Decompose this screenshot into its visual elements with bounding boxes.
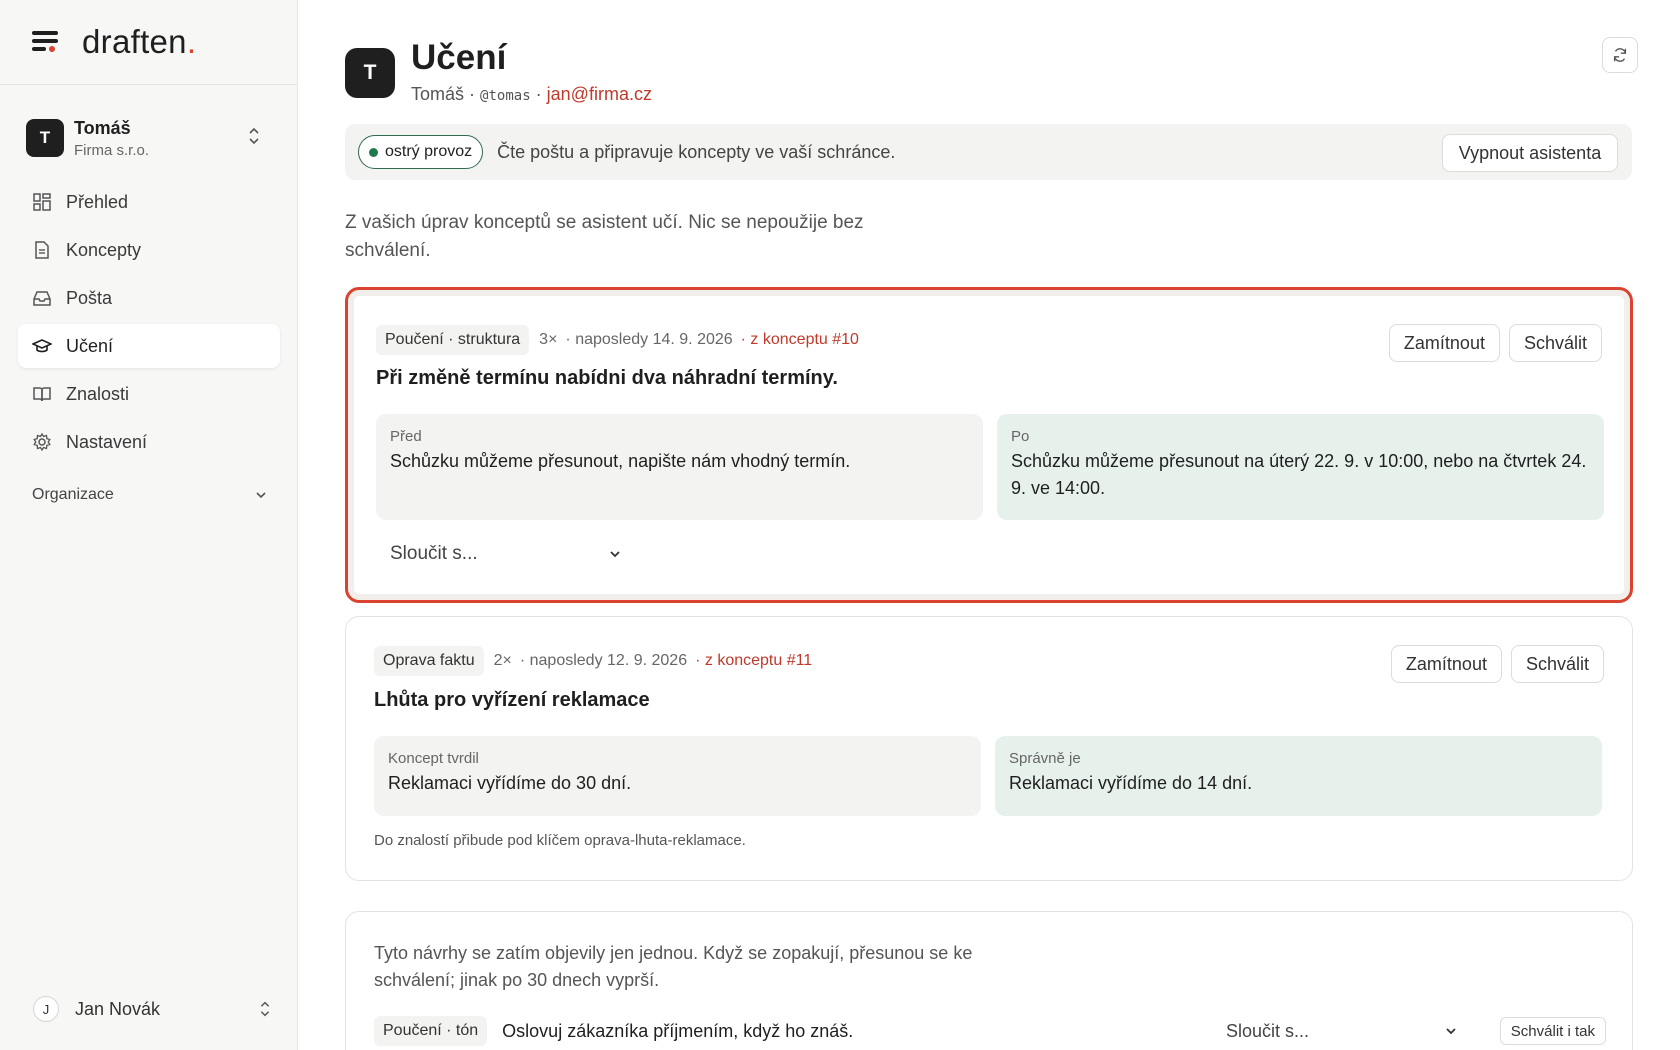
brand-logo: draften. xyxy=(82,23,197,60)
sidebar-nav: Přehled Koncepty Pošta Učení Znalosti Na… xyxy=(18,180,280,468)
knowledge-note: Do znalostí přibude pod klíčem oprava-lh… xyxy=(374,832,746,849)
chevron-down-icon xyxy=(610,551,620,558)
refresh-button[interactable] xyxy=(1602,37,1638,73)
lesson-card: Poučení · struktura 3× · naposledy 14. 9… xyxy=(345,287,1633,603)
before-label: Před xyxy=(390,428,422,445)
pending-merge-select[interactable]: Sloučit s... xyxy=(1226,1021,1458,1042)
account-avatar: T xyxy=(26,119,64,157)
account-org: Firma s.r.o. xyxy=(74,141,150,159)
before-after-compare: Před Schůzku můžeme přesunout, napište n… xyxy=(376,414,1604,520)
pending-tag: Poučení · tón xyxy=(374,1016,488,1046)
sidebar: draften. T Tomáš Firma s.r.o. Přehled Ko… xyxy=(0,0,298,1050)
pending-item-text: Oslovuj zákazníka příjmením, když ho zná… xyxy=(502,1020,854,1041)
sidebar-item-prehled[interactable]: Přehled xyxy=(18,180,280,224)
lesson-card: Oprava faktu 2× · naposledy 12. 9. 2026 … xyxy=(345,616,1633,881)
after-label: Po xyxy=(1011,428,1030,445)
lesson-tag: Oprava faktu xyxy=(374,646,484,676)
gear-icon xyxy=(33,432,51,452)
header-avatar: T xyxy=(345,48,395,98)
inbox-icon xyxy=(33,291,51,306)
chevron-down-icon xyxy=(1446,1028,1456,1035)
assistant-status-bar: ostrý provoz Čte poštu a připravuje konc… xyxy=(345,124,1632,180)
reject-button[interactable]: Zamítnout xyxy=(1388,324,1500,362)
organization-section[interactable]: Organizace xyxy=(32,486,268,504)
organization-label: Organizace xyxy=(32,486,114,503)
card-actions: Zamítnout Schválit xyxy=(1388,324,1602,362)
status-badge: ostrý provoz xyxy=(358,135,484,169)
chevron-updown-icon xyxy=(260,1001,270,1017)
sidebar-item-koncepty[interactable]: Koncepty xyxy=(18,228,280,272)
user-name: Jan Novák xyxy=(75,998,161,1019)
intro-text: Z vašich úprav konceptů se asistent učí.… xyxy=(345,212,864,261)
lesson-tag: Poučení · struktura xyxy=(376,325,530,355)
sidebar-item-znalosti[interactable]: Znalosti xyxy=(18,372,280,416)
approve-button[interactable]: Schválit xyxy=(1508,324,1602,362)
card-meta: Poučení · struktura 3× · naposledy 14. 9… xyxy=(376,325,859,355)
pending-item: Poučení · tón Oslovuj zákazníka příjmení… xyxy=(374,1014,1606,1048)
lesson-count: 2× xyxy=(493,652,512,669)
page-title: Učení xyxy=(411,38,507,77)
sidebar-item-label: Přehled xyxy=(66,191,129,212)
lesson-date: · naposledy 12. 9. 2026 xyxy=(519,652,688,669)
chevron-updown-icon xyxy=(249,127,259,145)
brand-bar: draften. xyxy=(0,0,297,85)
status-text: Čte poštu a připravuje koncepty ve vaší … xyxy=(497,141,896,162)
disable-assistant-button[interactable]: Vypnout asistenta xyxy=(1442,134,1618,172)
approve-anyway-button[interactable]: Schválit i tak xyxy=(1499,1017,1606,1045)
approve-button[interactable]: Schválit xyxy=(1510,645,1604,683)
sidebar-item-nastaveni[interactable]: Nastavení xyxy=(18,420,280,464)
user-menu[interactable]: J Jan Novák xyxy=(33,994,273,1024)
graduation-cap-icon xyxy=(32,339,52,353)
lesson-title: Lhůta pro vyřízení reklamace xyxy=(374,689,650,711)
after-box: Správně je Reklamaci vyřídíme do 14 dní. xyxy=(995,736,1602,816)
before-label: Koncept tvrdil xyxy=(388,750,479,767)
before-text: Reklamaci vyřídíme do 30 dní. xyxy=(388,773,632,793)
chevron-down-icon xyxy=(256,492,266,499)
after-label: Správně je xyxy=(1009,750,1081,767)
card-meta: Oprava faktu 2× · naposledy 12. 9. 2026 … xyxy=(374,646,812,676)
pending-suggestions-card: Tyto návrhy se zatím objevily jen jednou… xyxy=(345,911,1633,1050)
sidebar-item-label: Učení xyxy=(66,335,114,356)
subtitle-handle: @tomas xyxy=(480,88,531,104)
sidebar-item-label: Koncepty xyxy=(66,239,142,260)
sidebar-item-label: Znalosti xyxy=(66,383,130,404)
after-text: Reklamaci vyřídíme do 14 dní. xyxy=(1009,773,1253,793)
after-text: Schůzku můžeme přesunout na úterý 22. 9.… xyxy=(1011,451,1587,498)
menu-icon[interactable] xyxy=(32,31,60,53)
sidebar-item-posta[interactable]: Pošta xyxy=(18,276,280,320)
account-name: Tomáš xyxy=(74,117,131,138)
before-text: Schůzku můžeme přesunout, napište nám vh… xyxy=(390,451,851,471)
book-icon xyxy=(33,387,51,402)
refresh-icon xyxy=(1613,48,1627,62)
lesson-count: 3× xyxy=(539,331,558,348)
card-actions: Zamítnout Schválit xyxy=(1390,645,1604,683)
before-after-compare: Koncept tvrdil Reklamaci vyřídíme do 30 … xyxy=(374,736,1602,816)
lesson-date: · naposledy 14. 9. 2026 xyxy=(565,331,733,348)
before-box: Koncept tvrdil Reklamaci vyřídíme do 30 … xyxy=(374,736,981,816)
sidebar-item-uceni[interactable]: Učení xyxy=(18,324,280,368)
live-dot-icon xyxy=(369,147,378,157)
before-box: Před Schůzku můžeme přesunout, napište n… xyxy=(376,414,983,520)
sidebar-item-label: Pošta xyxy=(66,287,113,308)
merge-select[interactable]: Sloučit s... xyxy=(376,534,636,574)
user-avatar: J xyxy=(33,996,59,1022)
grid-icon xyxy=(33,193,51,211)
document-icon xyxy=(35,241,49,259)
after-box: Po Schůzku můžeme přesunout na úterý 22.… xyxy=(997,414,1604,520)
subtitle-email[interactable]: jan@firma.cz xyxy=(547,84,652,104)
account-switcher[interactable]: T Tomáš Firma s.r.o. xyxy=(26,115,272,161)
page-subtitle: Tomáš · @tomas · jan@firma.cz xyxy=(411,84,652,104)
main-content: T Učení Tomáš · @tomas · jan@firma.cz os… xyxy=(298,0,1680,1050)
source-draft-link[interactable]: · z konceptu #10 xyxy=(741,331,859,349)
subtitle-name: Tomáš xyxy=(411,84,465,104)
reject-button[interactable]: Zamítnout xyxy=(1390,645,1502,683)
sidebar-item-label: Nastavení xyxy=(66,431,148,452)
lesson-title: Při změně termínu nabídni dva náhradní t… xyxy=(376,367,838,389)
source-draft-link[interactable]: · z konceptu #11 xyxy=(695,652,812,670)
pending-text: Tyto návrhy se zatím objevily jen jednou… xyxy=(374,943,973,990)
